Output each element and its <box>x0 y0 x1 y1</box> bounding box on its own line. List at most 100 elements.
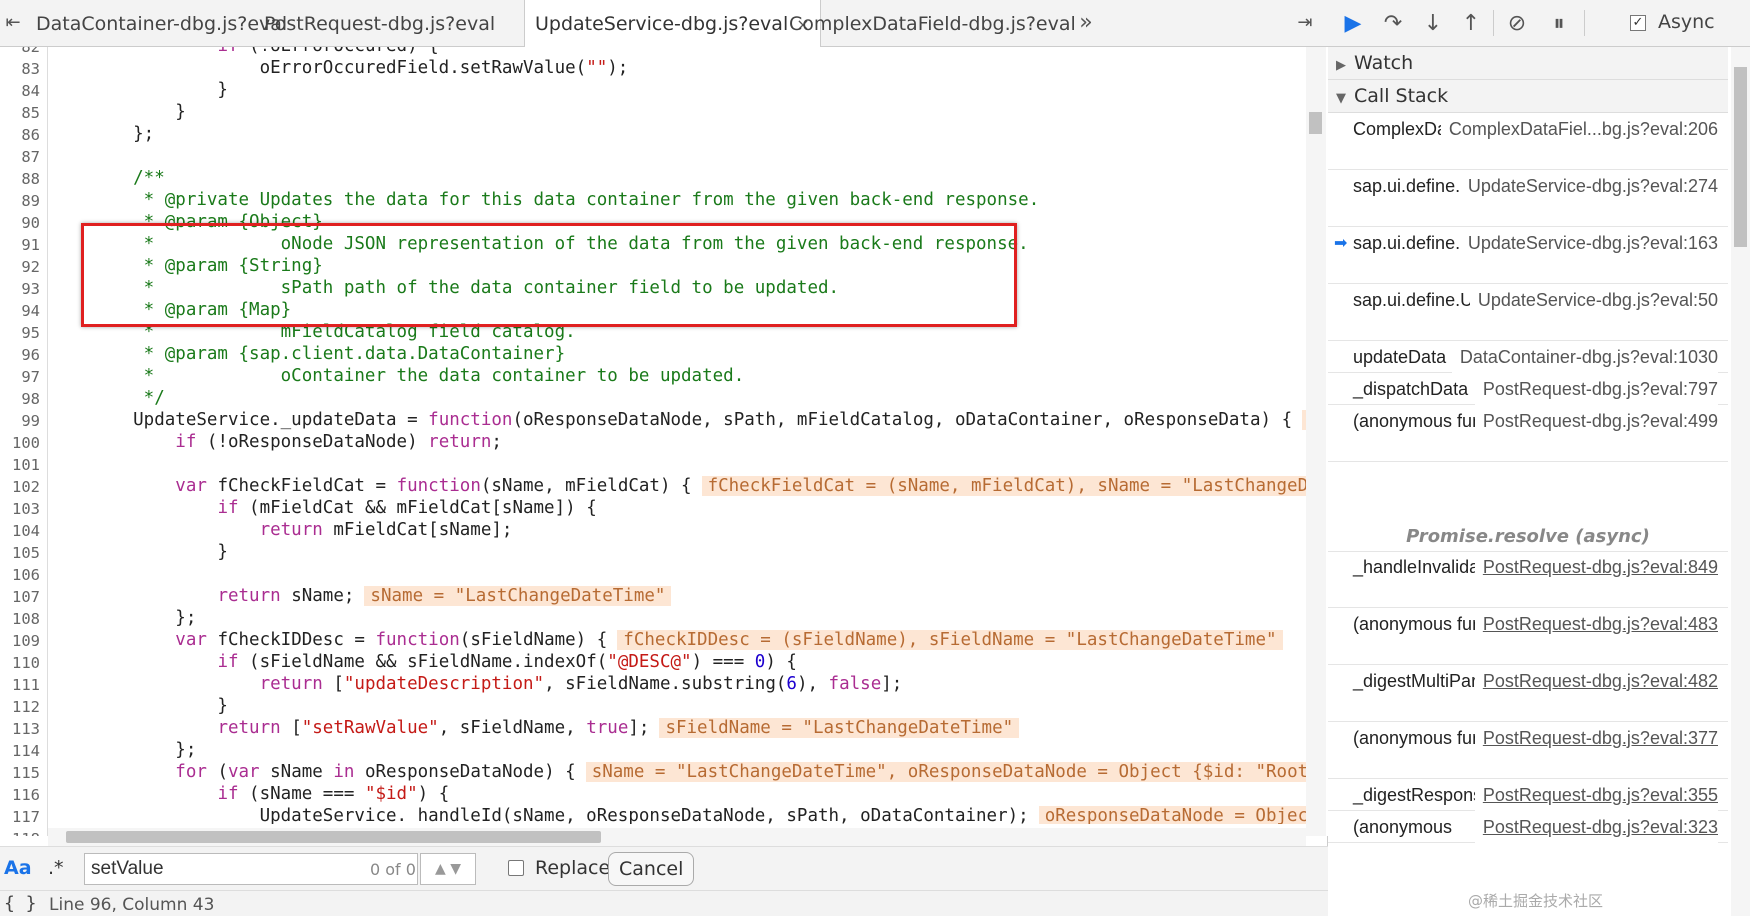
line-number[interactable]: 97 <box>0 368 40 386</box>
cancel-button[interactable]: Cancel <box>608 852 695 886</box>
line-number[interactable]: 109 <box>0 632 40 650</box>
chevron-down-icon[interactable]: ▼ <box>450 861 461 877</box>
call-frame[interactable]: _digestResponse PostRequest-dbg.js?eval:3… <box>1328 780 1728 811</box>
step-into-icon[interactable]: ↓ <box>1418 9 1448 39</box>
call-frame[interactable]: _handleInvalidatedModels PostRequest-dbg.… <box>1328 552 1728 608</box>
call-frame[interactable]: (anonymous function) PostRequest-dbg.js?e… <box>1328 609 1728 665</box>
scroll-thumb[interactable] <box>66 831 601 843</box>
line-number[interactable]: 96 <box>0 346 40 364</box>
line-number[interactable]: 101 <box>0 456 40 474</box>
line-number[interactable]: 88 <box>0 170 40 188</box>
tab-complexdatafield[interactable]: ComplexDataField-dbg.js?eval <box>779 0 1086 47</box>
line-number[interactable]: 89 <box>0 192 40 210</box>
call-frame[interactable]: _digestMultiPartResponse PostRequest-dbg.… <box>1328 666 1728 722</box>
editor-vertical-scrollbar[interactable] <box>1306 47 1326 836</box>
line-number[interactable]: 83 <box>0 60 40 78</box>
call-frame[interactable]: ComplexDataField.setRawValueComplexDataF… <box>1328 114 1728 170</box>
match-case-button[interactable]: Aa <box>4 857 32 879</box>
frame-location-link[interactable]: PostRequest-dbg.js?eval:797 <box>1474 374 1718 405</box>
frame-location-link[interactable]: PostRequest-dbg.js?eval:849 <box>1474 552 1718 583</box>
step-over-icon[interactable]: ↷ <box>1378 9 1408 39</box>
frame-location-link[interactable]: DataContainer-dbg.js?eval:1030 <box>1451 342 1718 373</box>
prev-next-match-buttons[interactable]: ▲ ▼ <box>420 853 476 885</box>
line-number[interactable]: 98 <box>0 390 40 408</box>
replace-checkbox[interactable] <box>508 860 524 876</box>
line-number[interactable]: 93 <box>0 280 40 298</box>
toggle-navigator-icon[interactable]: ⇤ <box>0 10 26 36</box>
debugger-scrollbar[interactable] <box>1731 47 1750 916</box>
line-number[interactable]: 92 <box>0 258 40 276</box>
line-number-gutter[interactable]: 82 83 84 85 86 87 88 89 90 91 92 93 94 95 96 97 98 99 100 1… <box>0 47 48 836</box>
line-number[interactable]: 116 <box>0 786 40 804</box>
pause-on-exceptions-icon[interactable]: ⏸ <box>1544 9 1574 39</box>
pretty-print-icon[interactable]: { } <box>4 893 37 914</box>
line-number[interactable]: 102 <box>0 478 40 496</box>
call-frame[interactable]: (anonymous function) PostRequest-dbg.js?e… <box>1328 406 1728 462</box>
code-line: if (mFieldCat && mFieldCat[sName]) { <box>91 497 596 519</box>
toggle-debugger-icon[interactable]: ⇥ <box>1292 10 1318 36</box>
line-number[interactable]: 117 <box>0 808 40 826</box>
deactivate-breakpoints-icon[interactable]: ⊘ <box>1502 9 1532 39</box>
line-number[interactable]: 90 <box>0 214 40 232</box>
line-number[interactable]: 110 <box>0 654 40 672</box>
call-frame[interactable]: ➡sap.ui.define.UpdateService._updateData… <box>1328 228 1728 284</box>
async-label: Async <box>1658 11 1715 33</box>
more-tabs-icon[interactable]: » <box>1073 10 1099 36</box>
regex-button[interactable]: .* <box>48 857 64 879</box>
tab-label: ComplexDataField-dbg.js?eval <box>789 13 1076 35</box>
call-frame[interactable]: (anonymous PostRequest-dbg.js?eval:323 <box>1328 812 1728 843</box>
line-number[interactable]: 99 <box>0 412 40 430</box>
line-number[interactable]: 100 <box>0 434 40 452</box>
line-number[interactable]: 105 <box>0 544 40 562</box>
line-number[interactable]: 108 <box>0 610 40 628</box>
line-number[interactable]: 82 <box>0 47 40 56</box>
code-text: }; <box>91 608 197 628</box>
line-number[interactable]: 104 <box>0 522 40 540</box>
call-frame[interactable]: updateData DataContainer-dbg.js?eval:1030 <box>1328 342 1728 373</box>
frame-location-link[interactable]: UpdateService-dbg.js?eval:50 <box>1469 285 1718 316</box>
line-number[interactable]: 95 <box>0 324 40 342</box>
code-area[interactable]: 82 83 84 85 86 87 88 89 90 91 92 93 94 95 96 97 98 99 100 1… <box>0 47 1328 836</box>
frame-location-link[interactable]: PostRequest-dbg.js?eval:355 <box>1474 780 1718 811</box>
line-number[interactable]: 112 <box>0 698 40 716</box>
line-number[interactable]: 111 <box>0 676 40 694</box>
frame-location-link[interactable]: ComplexDataFiel...bg.js?eval:206 <box>1440 114 1718 145</box>
tab-postrequest[interactable]: PostRequest-dbg.js?eval <box>254 0 505 47</box>
line-number[interactable]: 107 <box>0 588 40 606</box>
call-frame[interactable]: sap.ui.define.UpdateService._updateField… <box>1328 171 1728 227</box>
resume-icon[interactable]: ▶ <box>1338 9 1368 39</box>
line-number[interactable]: 114 <box>0 742 40 760</box>
line-number[interactable]: 91 <box>0 236 40 254</box>
frame-location-link[interactable]: PostRequest-dbg.js?eval:323 <box>1474 812 1718 843</box>
line-number[interactable]: 113 <box>0 720 40 738</box>
line-number[interactable]: 87 <box>0 148 40 166</box>
search-input[interactable]: setValue <box>84 853 418 885</box>
frame-location-link[interactable]: PostRequest-dbg.js?eval:482 <box>1474 666 1718 697</box>
line-number[interactable]: 106 <box>0 566 40 584</box>
line-number[interactable]: 103 <box>0 500 40 518</box>
call-frame[interactable]: sap.ui.define.UpdateService.fromBackendU… <box>1328 285 1728 341</box>
frame-location-link[interactable]: PostRequest-dbg.js?eval:377 <box>1474 723 1718 754</box>
step-out-icon[interactable]: ↑ <box>1456 9 1486 39</box>
frame-location-link[interactable]: PostRequest-dbg.js?eval:483 <box>1474 609 1718 640</box>
frame-location-link[interactable]: PostRequest-dbg.js?eval:499 <box>1474 406 1718 437</box>
call-frame[interactable]: _dispatchData PostRequest-dbg.js?eval:797 <box>1328 374 1728 405</box>
call-frame[interactable]: (anonymous function) PostRequest-dbg.js?e… <box>1328 723 1728 779</box>
line-number[interactable]: 94 <box>0 302 40 320</box>
line-number[interactable]: 86 <box>0 126 40 144</box>
watch-section-header[interactable]: ▶ Watch <box>1328 47 1728 80</box>
frame-location-link[interactable]: UpdateService-dbg.js?eval:274 <box>1459 171 1718 202</box>
scroll-thumb[interactable] <box>1309 112 1322 134</box>
scroll-thumb[interactable] <box>1734 67 1747 247</box>
async-checkbox[interactable]: ✓ <box>1630 15 1646 31</box>
tab-updateservice[interactable]: UpdateService-dbg.js?eval × <box>524 0 821 48</box>
chevron-up-icon[interactable]: ▲ <box>435 861 446 877</box>
editor-horizontal-scrollbar[interactable] <box>48 828 1306 846</box>
line-number[interactable]: 115 <box>0 764 40 782</box>
frame-location-link[interactable]: UpdateService-dbg.js?eval:163 <box>1459 228 1718 259</box>
line-number[interactable]: 118 <box>0 830 40 836</box>
code-line: if (!oErrorOccured) { <box>91 47 438 57</box>
call-stack-section-header[interactable]: ▼ Call Stack <box>1328 80 1728 113</box>
line-number[interactable]: 84 <box>0 82 40 100</box>
line-number[interactable]: 85 <box>0 104 40 122</box>
